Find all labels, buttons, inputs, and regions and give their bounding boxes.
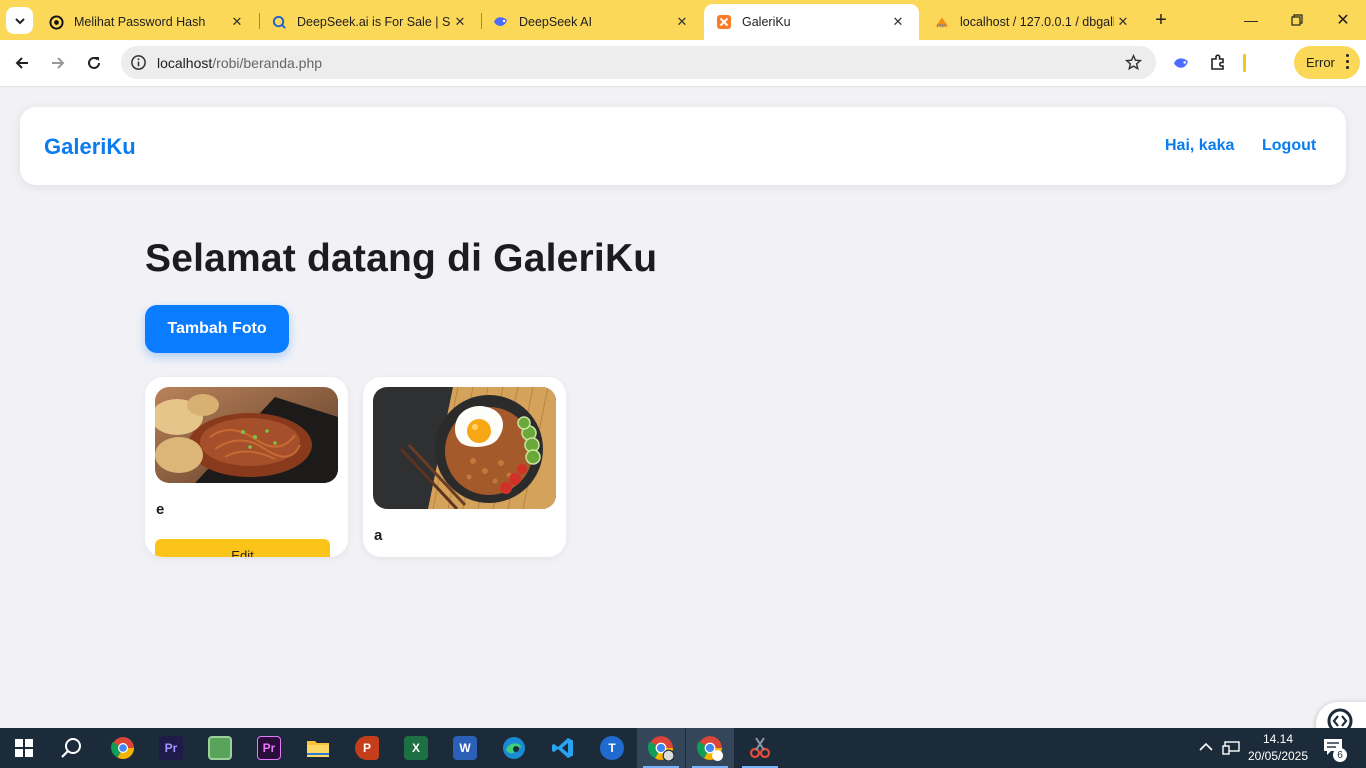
arrow-left-icon — [15, 57, 28, 69]
snipping-icon[interactable] — [736, 728, 784, 768]
chevron-down-icon — [14, 17, 25, 24]
word-icon[interactable]: W — [441, 728, 489, 768]
site-navbar: GaleriKu Hai, kaka Logout — [20, 107, 1346, 185]
start-icon[interactable] — [0, 728, 48, 768]
reload-icon — [88, 56, 100, 69]
photo-card: e Edit — [145, 377, 348, 557]
greeting-link[interactable]: Hai, kaka — [1165, 137, 1234, 155]
tab-galeriku[interactable]: GaleriKu ✕ — [704, 4, 919, 40]
url-path: /robi/beranda.php — [212, 55, 323, 71]
restore-icon — [1291, 14, 1303, 26]
tab-title: GaleriKu — [742, 15, 791, 29]
fried-rice-photo[interactable] — [373, 387, 556, 509]
chrome-profile-icon[interactable] — [637, 728, 685, 768]
close-icon[interactable]: ✕ — [1114, 13, 1132, 31]
new-tab-button[interactable]: + — [1149, 8, 1173, 32]
url-host: localhost — [157, 55, 213, 71]
notification-center-button[interactable]: 6 — [1323, 738, 1347, 762]
files-icon[interactable] — [196, 728, 244, 768]
chevron-up-icon[interactable] — [1199, 742, 1213, 752]
chrome-active-icon[interactable] — [686, 728, 734, 768]
system-clock[interactable]: 14.14 20/05/2025 — [1246, 731, 1310, 765]
close-icon[interactable]: ✕ — [228, 13, 246, 31]
close-icon[interactable]: ✕ — [889, 13, 907, 31]
reload-button[interactable] — [80, 49, 108, 77]
arrow-right-icon — [52, 57, 65, 69]
photo-caption: e — [156, 501, 165, 518]
svg-text:PMA: PMA — [937, 23, 947, 29]
edit-button[interactable]: Edit — [155, 539, 330, 557]
back-button[interactable] — [8, 49, 36, 77]
phpmyadmin-icon: PMA — [934, 14, 950, 30]
tab-title: DeepSeek AI — [519, 15, 592, 29]
xampp-icon — [716, 14, 732, 30]
close-icon[interactable]: ✕ — [673, 13, 691, 31]
restore-button[interactable] — [1274, 0, 1320, 40]
clock-time: 14.14 — [1262, 732, 1294, 746]
error-label: Error — [1306, 55, 1335, 70]
browser-toolbar: localhost/robi/beranda.php Error — [0, 40, 1366, 87]
edge-icon[interactable] — [490, 728, 538, 768]
tab-phpmyadmin[interactable]: PMA localhost / 127.0.0.1 / dbgall ✕ — [922, 4, 1144, 40]
code-search-icon — [1327, 708, 1353, 728]
openai-icon — [48, 14, 64, 30]
tab-password-hash[interactable]: Melihat Password Hash ✕ — [36, 4, 258, 40]
extensions-puzzle-icon[interactable] — [1207, 52, 1229, 74]
deepseek-extension-icon[interactable] — [1170, 52, 1192, 74]
chrome-icon[interactable] — [99, 728, 147, 768]
photo-card: a — [363, 377, 566, 557]
url-text[interactable]: localhost/robi/beranda.php — [157, 55, 322, 71]
powerpoint-icon[interactable]: P — [343, 728, 391, 768]
excel-icon[interactable]: X — [392, 728, 440, 768]
file-explorer-icon[interactable] — [294, 728, 342, 768]
minimize-button[interactable]: — — [1228, 0, 1274, 40]
add-photo-button[interactable]: Tambah Foto — [145, 305, 289, 353]
page-content: GaleriKu Hai, kaka Logout Selamat datang… — [0, 87, 1366, 728]
kebab-menu-icon — [1346, 54, 1349, 69]
premiere-icon[interactable]: Pr — [147, 728, 195, 768]
profile-error-button[interactable]: Error — [1294, 46, 1360, 79]
notification-count: 6 — [1333, 748, 1347, 762]
tab-search-button[interactable] — [6, 7, 33, 34]
address-bar[interactable]: localhost/robi/beranda.php — [121, 46, 1156, 79]
inspect-floating-button[interactable] — [1316, 702, 1366, 728]
tab-deepseek-sale[interactable]: DeepSeek.ai is For Sale | Sub ✕ — [259, 4, 481, 40]
typora-icon[interactable]: T — [588, 728, 636, 768]
deepseek-icon — [493, 14, 509, 30]
close-window-button[interactable]: ✕ — [1320, 0, 1366, 40]
tab-deepseek-ai[interactable]: DeepSeek AI ✕ — [481, 4, 703, 40]
forward-button[interactable] — [44, 49, 72, 77]
tab-title: localhost / 127.0.0.1 / dbgall — [960, 15, 1114, 29]
search-icon[interactable] — [48, 728, 96, 768]
network-icon[interactable] — [1222, 741, 1240, 755]
windows-taskbar: Pr Pr P X W T 14.14 20/05/2025 6 — [0, 728, 1366, 768]
vscode-icon[interactable] — [539, 728, 587, 768]
tab-title: Melihat Password Hash — [74, 15, 206, 29]
page-title: Selamat datang di GaleriKu — [145, 237, 658, 280]
photo-caption: a — [374, 527, 383, 544]
tab-title: DeepSeek.ai is For Sale | Sub — [297, 15, 451, 29]
brand-logo[interactable]: GaleriKu — [44, 134, 136, 160]
noodles-photo[interactable] — [155, 387, 338, 483]
extension-divider — [1243, 54, 1246, 72]
search-icon — [271, 14, 287, 30]
clock-date: 20/05/2025 — [1247, 749, 1309, 763]
premiere-pro-icon[interactable]: Pr — [245, 728, 293, 768]
site-info-icon[interactable] — [130, 54, 147, 71]
logout-link[interactable]: Logout — [1262, 137, 1316, 155]
close-icon[interactable]: ✕ — [451, 13, 469, 31]
tab-strip: Melihat Password Hash ✕ DeepSeek.ai is F… — [0, 0, 1366, 40]
bookmark-star-icon[interactable] — [1125, 54, 1142, 71]
